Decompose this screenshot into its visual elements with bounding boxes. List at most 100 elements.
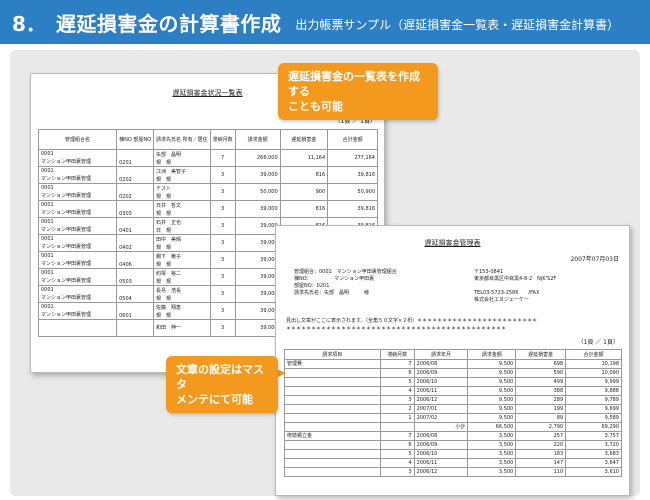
section-number: 8． bbox=[12, 11, 46, 36]
callout-text: メンテにて可能 bbox=[176, 393, 253, 406]
header-message: 見出し文章がここに表示されます。（全角５０文字×２桁）＊＊＊＊＊＊＊＊＊＊＊＊＊… bbox=[286, 317, 629, 333]
column-header: 滞納月数 bbox=[209, 129, 236, 150]
table-cell: 小計 bbox=[413, 422, 469, 432]
table-cell: 2 bbox=[379, 404, 415, 414]
late-fee-management-table: 請求項目 滞納月数 請求年月 請求金額 遅延損害金 合計金額 管理費 7 2006/… bbox=[284, 349, 622, 477]
table-cell: 39,816 bbox=[327, 200, 378, 218]
cell-line: 0001 bbox=[41, 219, 54, 225]
cell-line: 0001 bbox=[41, 168, 54, 174]
table-cell bbox=[284, 422, 381, 432]
table-cell: 0001 マンション甲田裏管理 bbox=[37, 302, 118, 320]
table-cell: 0001 マンション甲田裏管理 bbox=[37, 285, 118, 303]
table-cell: 9,500 bbox=[467, 413, 517, 423]
table-cell: 9,500 bbox=[467, 386, 517, 396]
cell-line: 0001 bbox=[41, 287, 54, 293]
table-cell: 199 bbox=[515, 404, 567, 414]
table-cell: 和田 伸一 bbox=[153, 319, 211, 337]
table-cell: 3,500 bbox=[467, 458, 517, 468]
table-cell: 0503 bbox=[116, 268, 155, 286]
info-line: 〒153-0841 bbox=[474, 269, 504, 275]
table-header-row: 請求項目 滞納月数 請求年月 請求金額 遅延損害金 合計金額 bbox=[284, 349, 622, 360]
table-cell: 9,500 bbox=[467, 404, 517, 414]
cell-line: 0001 bbox=[41, 253, 54, 259]
table-cell: 2006/12 bbox=[413, 395, 469, 405]
table-cell: 0001 マンション甲田裏管理 bbox=[37, 268, 118, 286]
table-cell: 0001 マンション甲田裏管理 bbox=[37, 200, 118, 218]
table-cell: 2006/10 bbox=[413, 449, 469, 459]
table-cell: 816 bbox=[279, 200, 329, 218]
column-header: 合計金額 bbox=[565, 349, 622, 360]
cell-line: マンション甲田裏管理 bbox=[41, 210, 92, 216]
info-line: 東京都目黒区中目黒4-8-2 NJK'S2F bbox=[474, 276, 557, 282]
table-row: 1 2007/02 9,500 89 9,589 bbox=[284, 413, 622, 423]
table-cell: 257 bbox=[515, 431, 567, 441]
recipient-info: 管理組合：0001 マンション甲田裏管理組合 棟NO： マンション甲田裏 部屋NO：… bbox=[294, 269, 397, 297]
table-cell: 佐藤 翔恵規 規 bbox=[153, 302, 211, 320]
info-line: 請求先氏名：矢部 晶明 様 bbox=[294, 290, 370, 296]
table-row: 修繕積立金 7 2006/08 3,500 257 3,757 bbox=[284, 431, 622, 441]
table-cell: 0001 マンション甲田裏管理 bbox=[37, 149, 118, 167]
table-cell: 698 bbox=[515, 359, 567, 369]
table-row: 0001 マンション甲田裏管理 0201 矢部 晶明規 規 7 266,000 11,164… bbox=[37, 149, 378, 167]
column-header: 管理組合名 bbox=[37, 129, 118, 150]
cell-line: 規 規 bbox=[156, 210, 172, 217]
cell-line: マンション甲田裏管理 bbox=[41, 312, 92, 318]
cell-line: 日井 哲文 bbox=[156, 202, 182, 209]
cell-line: 棚下 穣子 bbox=[156, 253, 182, 260]
table-cell: 3 bbox=[209, 319, 236, 337]
page-header: 8． 遅延損害金の計算書作成 出力帳票サンプル（遅延損害金一覧表・遅延損害金計算… bbox=[0, 0, 650, 44]
table-cell: 499 bbox=[515, 377, 567, 387]
info-line: 棟NO： マンション甲田裏 bbox=[294, 276, 375, 282]
table-row: 3 2006/12 3,500 110 3,610 bbox=[284, 467, 622, 477]
table-row: 3 2006/12 9,500 289 9,789 bbox=[284, 395, 622, 405]
table-cell bbox=[37, 319, 118, 337]
table-row: 6 2006/09 9,500 590 10,090 bbox=[284, 368, 622, 378]
message-line: 見出し文章がここに表示されます。（全角５０文字×２桁）＊＊＊＊＊＊＊＊＊＊＊＊＊… bbox=[286, 318, 538, 324]
table-cell: 日井 哲文規 規 bbox=[153, 200, 211, 218]
table-cell bbox=[284, 458, 381, 468]
doc2-page-indicator: （1頁 ／ 1頁） bbox=[577, 339, 619, 346]
table-cell: 3,500 bbox=[467, 431, 517, 441]
table-cell bbox=[284, 413, 381, 423]
table-row: 管理費 7 2006/08 9,500 698 10,198 bbox=[284, 359, 622, 369]
cell-line: マンション甲田裏管理 bbox=[41, 261, 92, 267]
table-cell: 9,999 bbox=[565, 377, 622, 387]
column-header: 合計金額 bbox=[327, 129, 378, 150]
table-cell: 0402 bbox=[116, 234, 155, 252]
doc2-title: 遅延損害金管理表 bbox=[424, 239, 481, 247]
table-cell bbox=[116, 319, 155, 337]
cell-line: マンション甲田裏管理 bbox=[41, 295, 92, 301]
cell-line: 0001 bbox=[41, 185, 54, 191]
column-header: 遅延損害金 bbox=[279, 129, 329, 150]
info-line: 株式会社エヌジェーケー bbox=[474, 297, 530, 303]
table-row: 5 2006/10 3,500 183 3,683 bbox=[284, 449, 622, 459]
cell-line: 0001 bbox=[41, 236, 54, 242]
table-cell: 69,290 bbox=[565, 422, 622, 432]
table-cell: 50,900 bbox=[327, 183, 378, 201]
table-cell: 2006/09 bbox=[413, 368, 469, 378]
table-row: 小計 66,500 2,790 69,290 bbox=[284, 422, 622, 432]
cell-line: 約塚 裕二 bbox=[156, 270, 182, 277]
table-cell: 5 bbox=[379, 449, 415, 459]
table-cell: 3 bbox=[209, 285, 236, 303]
table-cell: 4 bbox=[379, 458, 415, 468]
table-cell: 2006/09 bbox=[413, 440, 469, 450]
table-cell: 江洲 美智子規 規 bbox=[153, 166, 211, 184]
table-cell: 39,000 bbox=[234, 251, 281, 269]
cell-line: 矢部 晶明 bbox=[156, 151, 182, 158]
table-cell: 0001 マンション甲田裏管理 bbox=[37, 166, 118, 184]
table-cell: 3 bbox=[209, 166, 236, 184]
cell-line: 和田 伸一 bbox=[156, 325, 182, 331]
info-line: 部屋NO：0201 bbox=[294, 283, 330, 289]
column-header: 請求先氏名 所有／居住 bbox=[153, 129, 211, 150]
table-cell: 0001 マンション甲田裏管理 bbox=[37, 217, 118, 235]
table-cell: 0504 bbox=[116, 285, 155, 303]
table-cell: 0202 bbox=[116, 183, 155, 201]
table-cell: 39,000 bbox=[234, 319, 281, 337]
table-cell bbox=[284, 467, 381, 477]
table-cell: 9,500 bbox=[467, 368, 517, 378]
late-fee-management-document: 遅延損害金管理表 2007年07月03日 管理組合：0001 マンション甲田裏管… bbox=[275, 225, 630, 496]
table-cell: 0406 bbox=[116, 251, 155, 269]
info-line: TEL03-5723-2586 /FAX bbox=[474, 290, 540, 296]
table-cell: 110 bbox=[515, 467, 567, 477]
